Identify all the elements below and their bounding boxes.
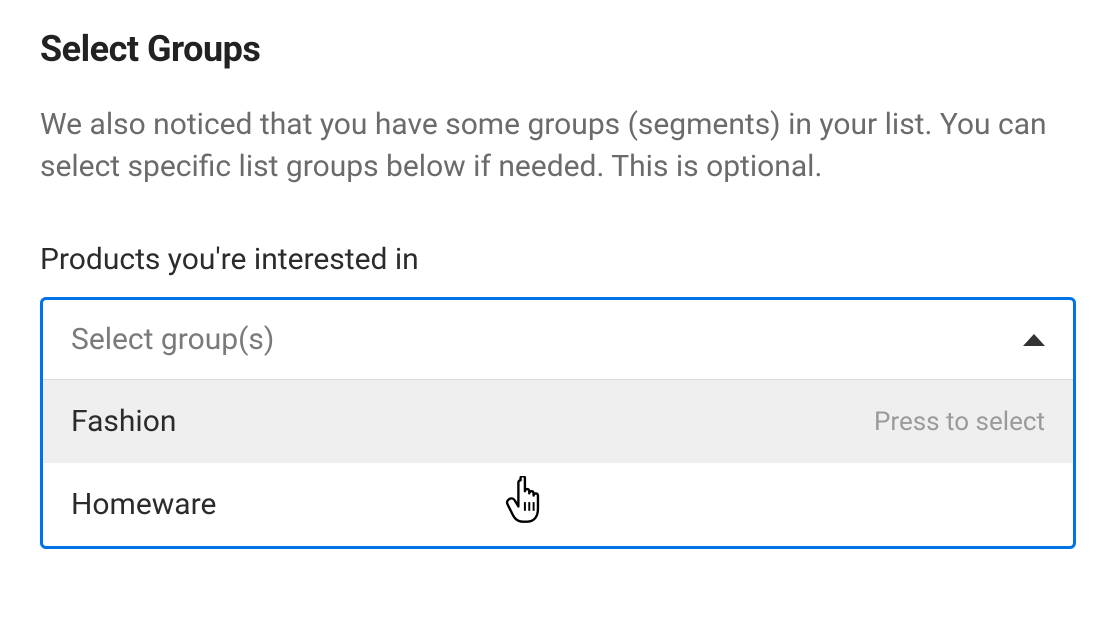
caret-up-icon xyxy=(1023,334,1045,346)
groups-dropdown[interactable]: Select group(s) Fashion Press to select … xyxy=(40,297,1076,549)
dropdown-option-fashion[interactable]: Fashion Press to select xyxy=(43,380,1073,463)
option-hint: Press to select xyxy=(874,407,1045,437)
dropdown-header[interactable]: Select group(s) xyxy=(43,300,1073,380)
option-label: Homeware xyxy=(71,487,216,522)
section-description: We also noticed that you have some group… xyxy=(40,104,1076,188)
dropdown-placeholder: Select group(s) xyxy=(71,322,274,357)
dropdown-options-list: Fashion Press to select Homeware xyxy=(43,380,1073,546)
option-label: Fashion xyxy=(71,404,176,439)
field-label: Products you're interested in xyxy=(40,242,1076,277)
dropdown-option-homeware[interactable]: Homeware xyxy=(43,463,1073,546)
section-heading: Select Groups xyxy=(40,28,1076,70)
